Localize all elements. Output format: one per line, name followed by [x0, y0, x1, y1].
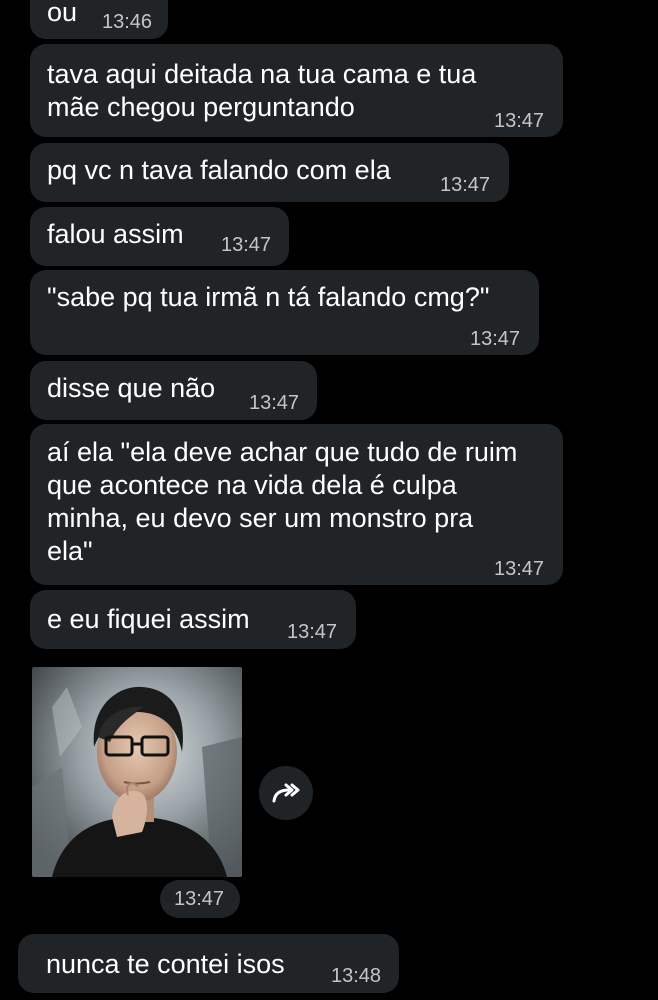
- message-bubble[interactable]: pq vc n tava falando com ela 13:47: [30, 143, 509, 202]
- message-time: 13:47: [287, 621, 338, 643]
- message-text: "sabe pq tua irmã n tá falando cmg?": [47, 282, 490, 312]
- message-time: 13:46: [102, 11, 153, 33]
- message-time: 13:47: [174, 888, 225, 910]
- forward-arrow-icon: [272, 783, 300, 803]
- message-text: disse que não: [47, 373, 216, 403]
- photo-image: [32, 667, 242, 877]
- message-text: falou assim: [47, 219, 184, 249]
- photo-message[interactable]: [32, 667, 242, 877]
- message-text: ou: [47, 0, 78, 27]
- message-bubble[interactable]: falou assim 13:47: [30, 207, 289, 266]
- photo-timestamp: 13:47: [160, 880, 240, 918]
- message-time: 13:47: [249, 392, 300, 414]
- message-time: 13:47: [470, 328, 521, 350]
- message-time: 13:47: [221, 234, 272, 256]
- message-bubble[interactable]: aí ela "ela deve achar que tudo de ruim …: [30, 424, 563, 585]
- message-bubble[interactable]: tava aqui deitada na tua cama e tua mãe …: [30, 44, 563, 137]
- message-text: nunca te contei isos: [46, 949, 285, 979]
- message-time: 13:47: [440, 174, 491, 196]
- message-bubble[interactable]: "sabe pq tua irmã n tá falando cmg?" 13:…: [30, 270, 539, 355]
- message-text: pq vc n tava falando com ela: [47, 155, 391, 185]
- message-time: 13:47: [494, 558, 545, 580]
- chat-conversation: ou 13:46 tava aqui deitada na tua cama e…: [0, 0, 658, 1000]
- message-text: aí ela "ela deve achar que tudo de ruim …: [47, 437, 518, 566]
- message-bubble[interactable]: disse que não 13:47: [30, 361, 317, 420]
- message-bubble[interactable]: ou 13:46: [30, 0, 168, 39]
- forward-button[interactable]: [259, 766, 313, 820]
- message-time: 13:48: [331, 965, 382, 987]
- message-text: tava aqui deitada na tua cama e tua mãe …: [47, 59, 477, 122]
- message-bubble[interactable]: nunca te contei isos 13:48: [18, 934, 399, 993]
- message-text: e eu fiquei assim: [47, 604, 250, 634]
- message-bubble[interactable]: e eu fiquei assim 13:47: [30, 590, 356, 649]
- message-time: 13:47: [494, 110, 545, 132]
